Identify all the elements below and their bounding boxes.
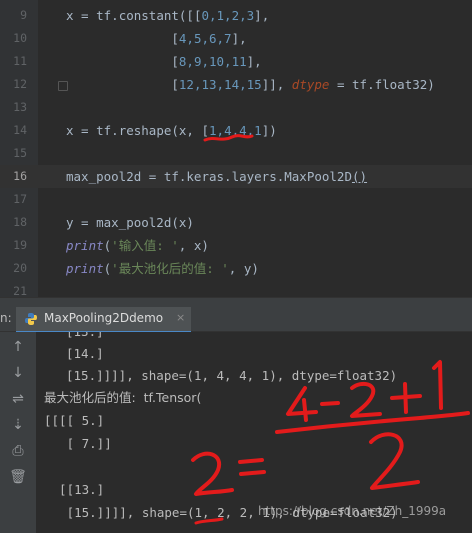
code-line[interactable]: 13: [0, 96, 472, 119]
line-number: 15: [13, 146, 27, 160]
code-line[interactable]: 19 print('输入值: ', x): [0, 234, 472, 257]
run-label: n:: [0, 311, 12, 325]
code-text: max_pool2d = tf.keras.layers.MaxPool2D(): [66, 169, 368, 184]
line-number: 12: [13, 77, 27, 91]
scroll-up-icon[interactable]: ↑: [9, 338, 27, 356]
code-line[interactable]: 17: [0, 188, 472, 211]
python-icon: [25, 313, 37, 325]
code-line-current[interactable]: 16 max_pool2d = tf.keras.layers.MaxPool2…: [0, 165, 472, 188]
line-number: 19: [13, 238, 27, 252]
code-line[interactable]: 9 x = tf.constant([[0,1,2,3],: [0, 4, 472, 27]
line-number: 17: [13, 192, 27, 206]
line-number: 9: [20, 8, 27, 22]
console-line: [[[[ 5.]: [44, 413, 105, 428]
code-line[interactable]: 15: [0, 142, 472, 165]
scroll-down-icon[interactable]: ↓: [9, 364, 27, 382]
code-text: y = max_pool2d(x): [66, 215, 194, 230]
run-tool-window-header: n: MaxPooling2Ddemo ×: [0, 307, 472, 333]
code-line[interactable]: 12 [12,13,14,15]], dtype = tf.float32): [0, 73, 472, 96]
code-line[interactable]: 20 print('最大池化后的值: ', y): [0, 257, 472, 280]
watermark-text: https://blog.csdn.net/Zh_1999a: [258, 504, 447, 518]
line-number: 18: [13, 215, 27, 229]
line-number: 13: [13, 100, 27, 114]
trash-icon[interactable]: 🗑: [9, 468, 27, 486]
scroll-to-end-icon[interactable]: ⇣: [9, 416, 27, 434]
run-console[interactable]: ↑ ↓ ⇌ ⇣ ⎙ 🗑 [13.] [14.] [15.]]]], shape=…: [0, 332, 472, 533]
soft-wrap-icon[interactable]: ⇌: [9, 390, 27, 408]
console-line: [13.]: [66, 332, 104, 342]
code-line[interactable]: 14 x = tf.reshape(x, [1,4,4,1]): [0, 119, 472, 142]
code-line[interactable]: 10 [4,5,6,7],: [0, 27, 472, 50]
code-text: x = tf.reshape(x, [1,4,4,1]): [66, 123, 277, 138]
line-number: 21: [13, 284, 27, 297]
code-line[interactable]: 11 [8,9,10,11],: [0, 50, 472, 73]
line-number: 14: [13, 123, 27, 137]
code-text: [8,9,10,11],: [66, 54, 262, 69]
close-icon[interactable]: ×: [176, 311, 185, 324]
console-line: [15.]]]], shape=(1, 4, 4, 1), dtype=floa…: [66, 368, 398, 383]
console-line: [[13.]: [44, 482, 105, 497]
code-line[interactable]: 21: [0, 280, 472, 297]
code-text: x = tf.constant([[0,1,2,3],: [66, 8, 270, 23]
code-editor[interactable]: 9 x = tf.constant([[0,1,2,3], 10 [4,5,6,…: [0, 0, 472, 297]
code-text: print('最大池化后的值: ', y): [66, 261, 259, 276]
line-number: 10: [13, 31, 27, 45]
code-text: [4,5,6,7],: [66, 31, 247, 46]
line-number: 20: [13, 261, 27, 275]
run-tab-title: MaxPooling2Ddemo: [44, 311, 164, 325]
code-text: [12,13,14,15]], dtype = tf.float32): [66, 77, 435, 92]
console-toolbar: ↑ ↓ ⇌ ⇣ ⎙ 🗑: [0, 332, 36, 533]
console-line: [ 7.]]: [44, 436, 112, 451]
code-text: print('输入值: ', x): [66, 238, 209, 253]
run-tab-maxpooling2ddemo[interactable]: MaxPooling2Ddemo ×: [16, 307, 191, 333]
code-line[interactable]: 18 y = max_pool2d(x): [0, 211, 472, 234]
line-number: 11: [13, 54, 27, 68]
console-line: [14.]: [66, 346, 104, 361]
print-icon[interactable]: ⎙: [9, 442, 27, 460]
console-line: 最大池化后的值: tf.Tensor(: [44, 390, 202, 405]
line-number: 16: [13, 169, 27, 183]
